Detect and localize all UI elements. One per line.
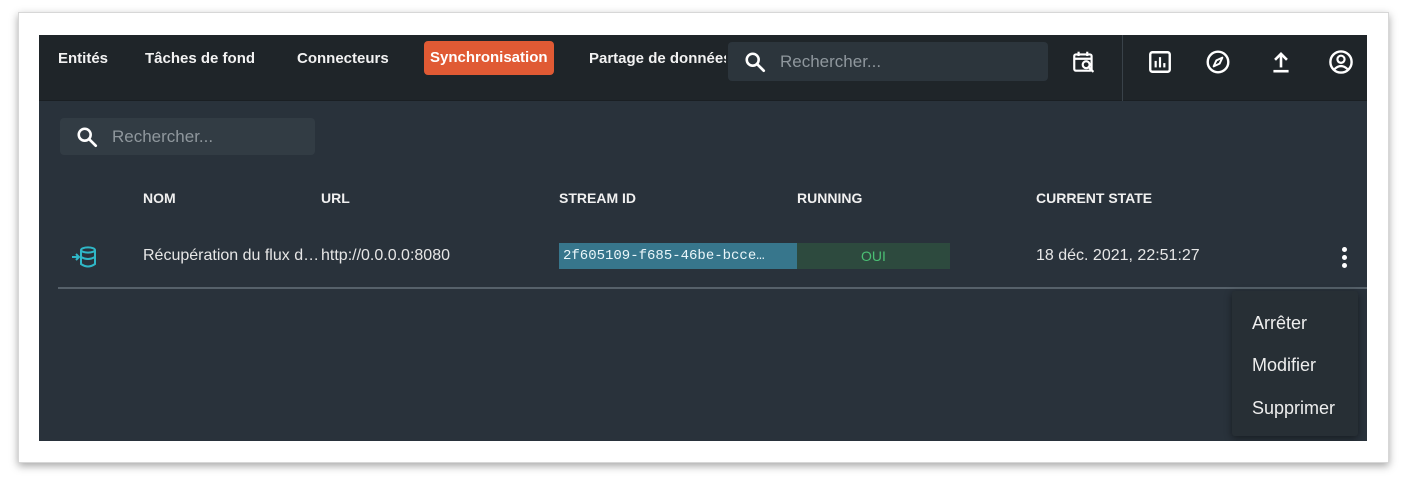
app-window: Entités Tâches de fond Connecteurs Synch… [39,35,1367,441]
column-header-current-state[interactable]: CURRENT STATE [1036,190,1152,206]
calendar-search-icon[interactable] [1071,49,1097,75]
toolbar-divider [1122,35,1123,101]
table-search [60,118,315,155]
table-search-input[interactable] [112,118,312,155]
row-url: http://0.0.0.0:8080 [321,247,450,264]
menu-item-arreter[interactable]: Arrêter [1252,313,1307,334]
column-header-url[interactable]: URL [321,190,350,206]
column-header-stream-id[interactable]: STREAM ID [559,190,636,206]
column-header-name[interactable]: NOM [143,190,176,206]
top-navigation-bar: Entités Tâches de fond Connecteurs Synch… [39,35,1367,101]
row-divider [58,287,1367,289]
menu-item-supprimer[interactable]: Supprimer [1252,398,1335,419]
nav-item-connecteurs[interactable]: Connecteurs [297,49,389,69]
bar-chart-icon[interactable] [1147,49,1173,75]
nav-item-partage-de-donnees[interactable]: Partage de données [589,49,726,69]
global-search [728,42,1048,81]
search-icon [745,52,766,73]
nav-item-taches-de-fond[interactable]: Tâches de fond [145,49,255,69]
search-icon [77,127,98,148]
compass-icon[interactable] [1205,49,1231,75]
more-options-icon[interactable] [1334,245,1354,271]
row-name: Récupération du flux d… [143,247,320,264]
row-stream-id: 2f605109-f685-46be-bcce… [559,243,797,269]
menu-item-modifier[interactable]: Modifier [1252,355,1316,376]
upload-icon[interactable] [1268,49,1294,75]
global-search-input[interactable] [780,42,1040,81]
column-header-running[interactable]: RUNNING [797,190,862,206]
row-actions-menu: Arrêter Modifier Supprimer [1232,291,1358,436]
running-status-badge: OUI [797,243,950,269]
stream-icon [72,246,96,268]
row-current-state: 18 déc. 2021, 22:51:27 [1036,247,1200,264]
nav-item-synchronisation[interactable]: Synchronisation [424,41,554,75]
nav-item-entites[interactable]: Entités [58,49,108,69]
account-icon[interactable] [1328,49,1354,75]
